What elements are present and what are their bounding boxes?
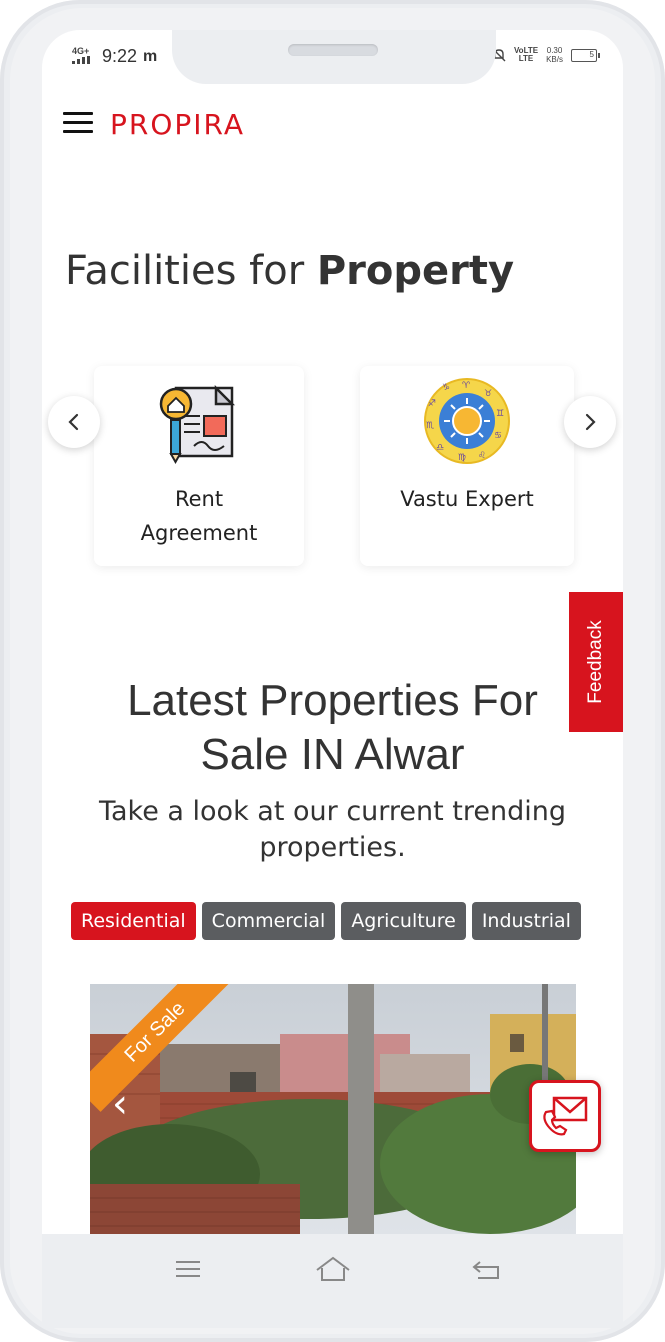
clock: 9:22 [102, 46, 138, 66]
network-type: 4G+ [72, 46, 90, 56]
svg-text:♌: ♌ [478, 451, 486, 461]
volte-indicator: VoLTE LTE [513, 46, 539, 63]
tab-agriculture[interactable]: Agriculture [341, 902, 466, 940]
facility-label: Rent Agreement [140, 487, 258, 545]
svg-text:♐: ♐ [428, 399, 436, 409]
latest-properties-heading: Latest Properties For Sale IN Alwar [127, 676, 538, 779]
screen: 4G+ 9:22 m VoLTE LTE 0.30 KB/s 5 PROPIRA… [42, 30, 623, 1328]
facility-label: Vastu Expert [400, 487, 534, 511]
facilities-prev-button[interactable] [48, 396, 100, 448]
network-speed: 0.30 KB/s [546, 46, 563, 64]
tab-residential[interactable]: Residential [71, 902, 196, 940]
tab-industrial[interactable]: Industrial [471, 902, 581, 940]
site-header: PROPIRA [42, 100, 623, 148]
facility-card-vastu-expert[interactable]: ♈ ♉ ♊ ♋ ♌ ♍ ♎ ♏ ♐ ♑ Vastu Expert [360, 366, 574, 566]
mail-phone-icon [543, 1096, 588, 1136]
logo[interactable]: PROPIRA [110, 108, 245, 141]
facilities-next-button[interactable] [564, 396, 616, 448]
phone-notch [172, 30, 496, 84]
svg-text:♎: ♎ [436, 443, 444, 453]
svg-text:♑: ♑ [442, 383, 450, 393]
facilities-heading: Facilities for Property [65, 248, 515, 294]
svg-text:♈: ♈ [462, 381, 471, 391]
menu-icon[interactable] [63, 112, 93, 136]
rent-agreement-icon [159, 384, 236, 465]
android-nav-bar [42, 1234, 623, 1328]
svg-text:♋: ♋ [494, 431, 502, 441]
home-nav-icon[interactable] [313, 1254, 353, 1284]
tab-commercial[interactable]: Commercial [201, 902, 336, 940]
property-photo-carousel[interactable]: For Sale ‹ › [90, 984, 576, 1234]
contact-button[interactable] [529, 1080, 601, 1152]
svg-text:♏: ♏ [426, 421, 434, 431]
facility-card-rent-agreement[interactable]: Rent Agreement [94, 366, 304, 566]
svg-text:♊: ♊ [496, 409, 504, 419]
chevron-right-icon [585, 413, 596, 431]
back-nav-icon[interactable] [466, 1254, 506, 1284]
signal-bars-icon [72, 56, 90, 64]
latest-properties-subtitle: Take a look at our current trending prop… [98, 796, 567, 863]
chevron-left-icon [68, 413, 79, 431]
vastu-zodiac-icon: ♈ ♉ ♊ ♋ ♌ ♍ ♎ ♏ ♐ ♑ [424, 378, 510, 464]
property-type-tabs: Residential Commercial Agriculture Indus… [71, 902, 581, 942]
photo-prev-arrow[interactable]: ‹ [112, 1084, 128, 1124]
phone-speaker [288, 44, 378, 56]
notification-icon: m [143, 47, 158, 65]
svg-text:♉: ♉ [484, 389, 492, 399]
svg-text:♍: ♍ [458, 453, 466, 463]
battery-icon: 5 [571, 48, 600, 62]
menu-nav-icon[interactable] [168, 1254, 208, 1284]
signal-indicator: 4G+ [72, 47, 96, 66]
